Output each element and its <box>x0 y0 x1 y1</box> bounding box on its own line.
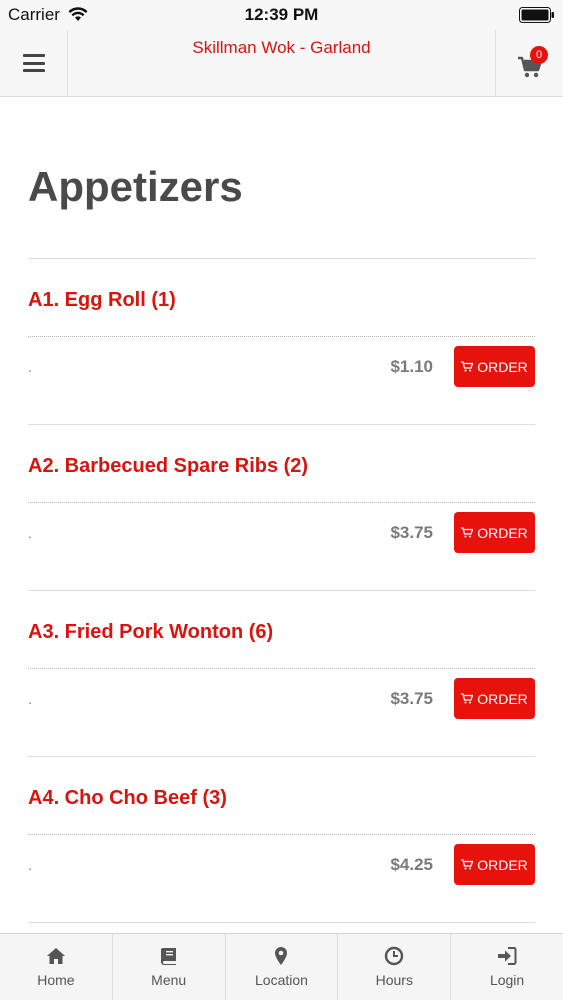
item-price: $1.10 <box>390 357 433 376</box>
order-button[interactable]: ORDER <box>454 346 535 387</box>
home-icon <box>46 948 65 964</box>
tab-location[interactable]: Location <box>226 934 339 1000</box>
cart-icon <box>461 859 474 870</box>
hamburger-icon <box>22 54 45 72</box>
book-icon <box>160 948 176 965</box>
item-name[interactable]: A3. Fried Pork Wonton (6) <box>28 621 273 644</box>
item-name[interactable]: A4. Cho Cho Beef (3) <box>28 787 227 810</box>
dotted-divider <box>28 668 535 669</box>
tab-home[interactable]: Home <box>0 934 113 1000</box>
battery-icon <box>519 7 554 23</box>
cart-icon <box>461 693 474 704</box>
tab-label: Login <box>489 972 525 988</box>
tab-label: Hours <box>375 972 413 988</box>
divider <box>28 922 535 923</box>
cart-count-badge: 0 <box>530 46 548 64</box>
sign-in-icon <box>498 947 517 965</box>
item-price: $4.25 <box>390 855 433 874</box>
menu-item: A1. Egg Roll (1) . $1.10 ORDER <box>28 259 535 425</box>
menu-button[interactable] <box>0 30 68 96</box>
tab-login[interactable]: Login <box>451 934 563 1000</box>
status-bar: Carrier 12:39 PM <box>0 0 563 30</box>
item-price: $3.75 <box>390 689 433 708</box>
menu-item: A4. Cho Cho Beef (3) . $4.25 ORDER <box>28 757 535 923</box>
map-pin-icon <box>275 947 288 965</box>
order-label: ORDER <box>477 524 528 541</box>
tab-hours[interactable]: Hours <box>338 934 452 1000</box>
item-price: $3.75 <box>390 523 433 542</box>
order-label: ORDER <box>477 856 528 873</box>
menu-item: A3. Fried Pork Wonton (6) . $3.75 ORDER <box>28 591 535 757</box>
dotted-divider <box>28 336 535 337</box>
menu-item: A2. Barbecued Spare Ribs (2) . $3.75 ORD… <box>28 425 535 591</box>
tab-menu[interactable]: Menu <box>113 934 226 1000</box>
item-description: . <box>28 857 32 873</box>
restaurant-title: Skillman Wok - Garland <box>192 38 371 57</box>
dotted-divider <box>28 834 535 835</box>
bottom-tab-bar: Home Menu Location Hours Login <box>0 933 563 1000</box>
item-description: . <box>28 525 32 541</box>
item-name[interactable]: A1. Egg Roll (1) <box>28 289 176 312</box>
clock-icon <box>385 946 404 966</box>
tab-label: Location <box>255 972 308 988</box>
item-description: . <box>28 359 32 375</box>
cart-icon <box>461 361 474 372</box>
order-label: ORDER <box>477 690 528 707</box>
order-button[interactable]: ORDER <box>454 678 535 719</box>
item-name[interactable]: A2. Barbecued Spare Ribs (2) <box>28 455 308 478</box>
order-button[interactable]: ORDER <box>454 512 535 553</box>
cart-button[interactable]: 0 <box>495 30 563 96</box>
clock-time: 12:39 PM <box>244 5 319 24</box>
tab-label: Menu <box>151 972 187 988</box>
page-title: Appetizers <box>28 163 243 210</box>
app-header: Skillman Wok - Garland 0 <box>0 30 563 97</box>
item-description: . <box>28 691 32 707</box>
dotted-divider <box>28 502 535 503</box>
menu-content: Appetizers A1. Egg Roll (1) . $1.10 ORDE… <box>0 97 563 933</box>
tab-label: Home <box>37 972 75 988</box>
cart-icon <box>461 527 474 538</box>
order-label: ORDER <box>477 358 528 375</box>
order-button[interactable]: ORDER <box>454 844 535 885</box>
